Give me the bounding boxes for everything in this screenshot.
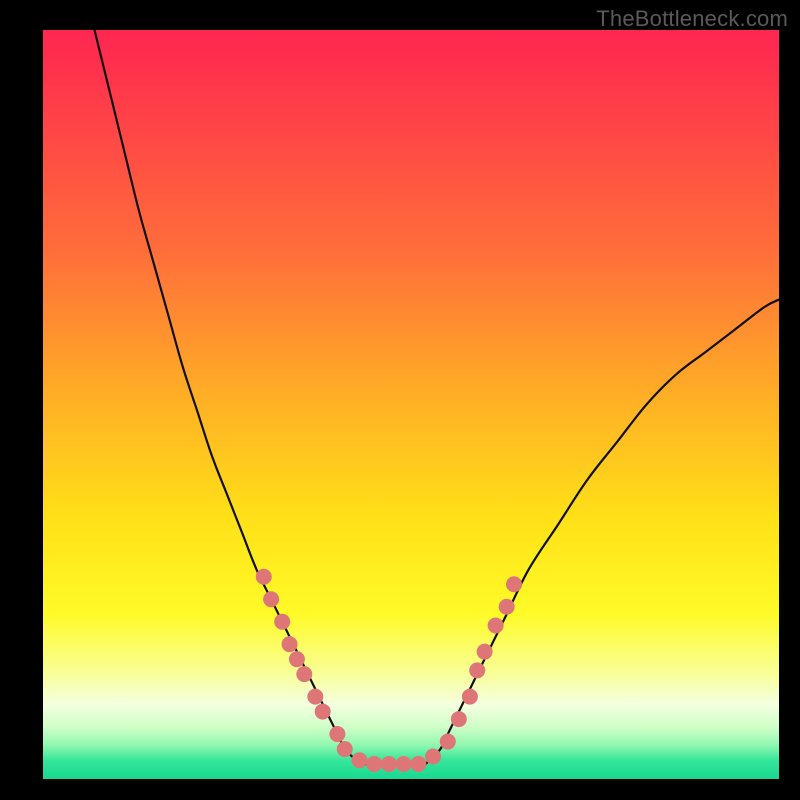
marker-point [282,636,298,652]
marker-point [396,756,412,772]
marker-point [351,752,367,768]
marker-point [366,756,382,772]
marker-point [425,749,441,765]
marker-point [329,726,345,742]
gradient-background [43,30,779,779]
marker-point [307,689,323,705]
marker-point [499,599,515,615]
marker-point [410,756,426,772]
marker-point [274,614,290,630]
marker-point [296,666,312,682]
marker-point [315,704,331,720]
marker-point [337,741,353,757]
marker-point [381,756,397,772]
marker-point [469,662,485,678]
bottleneck-chart [0,0,800,800]
marker-point [506,576,522,592]
marker-point [488,617,504,633]
chart-frame: TheBottleneck.com [0,0,800,800]
marker-point [462,689,478,705]
marker-point [477,644,493,660]
marker-point [256,569,272,585]
marker-point [440,734,456,750]
marker-point [451,711,467,727]
marker-point [289,651,305,667]
marker-point [263,591,279,607]
watermark-text: TheBottleneck.com [596,6,788,32]
